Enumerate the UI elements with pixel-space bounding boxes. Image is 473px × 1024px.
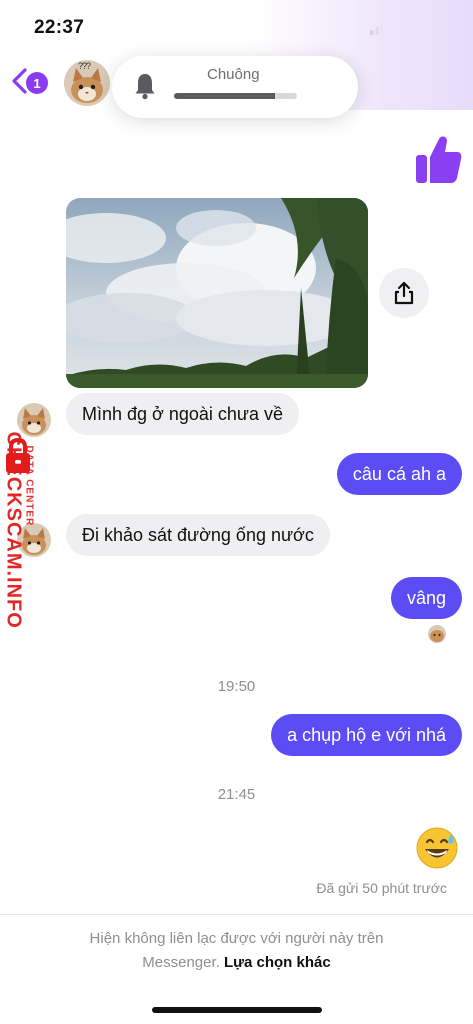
notice-line-1: Hiện không liên lạc được với người này t…	[89, 930, 384, 947]
incoming-message[interactable]: Mình đg ở ngoài chưa về	[66, 393, 299, 435]
sent-status: Đã gửi 50 phút trước	[316, 880, 447, 896]
unread-badge[interactable]: 1	[26, 72, 48, 94]
ringer-volume-slider[interactable]	[174, 93, 297, 99]
notice-messenger: Messenger.	[142, 954, 220, 971]
watermark-subtext: DATA CENTER	[23, 445, 35, 527]
unavailable-notice: Hiện không liên lạc được với người này t…	[20, 927, 453, 975]
notice-line-2: Messenger. Lựa chọn khác	[20, 951, 453, 975]
bell-icon	[135, 74, 155, 100]
timestamp: 19:50	[217, 678, 256, 695]
ringer-label: Chuông	[207, 66, 260, 83]
incoming-photo[interactable]	[66, 198, 368, 388]
share-button[interactable]	[379, 268, 429, 318]
ringer-volume-fill	[174, 93, 275, 99]
footer-divider	[0, 914, 473, 915]
read-receipt-avatar	[428, 625, 446, 643]
outgoing-message[interactable]: vâng	[390, 577, 462, 619]
other-options-link[interactable]: Lựa chọn khác	[224, 954, 331, 971]
avatar-question-marks: ???	[78, 61, 91, 71]
outgoing-message[interactable]: a chụp hộ e với nhá	[271, 714, 462, 756]
thumbs-up-icon[interactable]	[414, 133, 462, 185]
outgoing-message[interactable]: câu cá ah a	[336, 453, 462, 495]
contact-avatar[interactable]: ???	[64, 60, 110, 106]
watermark-text: CHECKSCAM.INFO	[2, 431, 25, 629]
share-icon	[394, 281, 414, 305]
incoming-message[interactable]: Đi khảo sát đường ống nước	[66, 514, 330, 556]
ringer-volume-hud: Chuông	[112, 56, 358, 118]
status-time: 22:37	[34, 17, 85, 38]
timestamp: 21:45	[217, 786, 256, 803]
home-indicator[interactable]	[152, 1007, 322, 1013]
grinning-sweat-emoji-icon[interactable]	[415, 826, 459, 870]
